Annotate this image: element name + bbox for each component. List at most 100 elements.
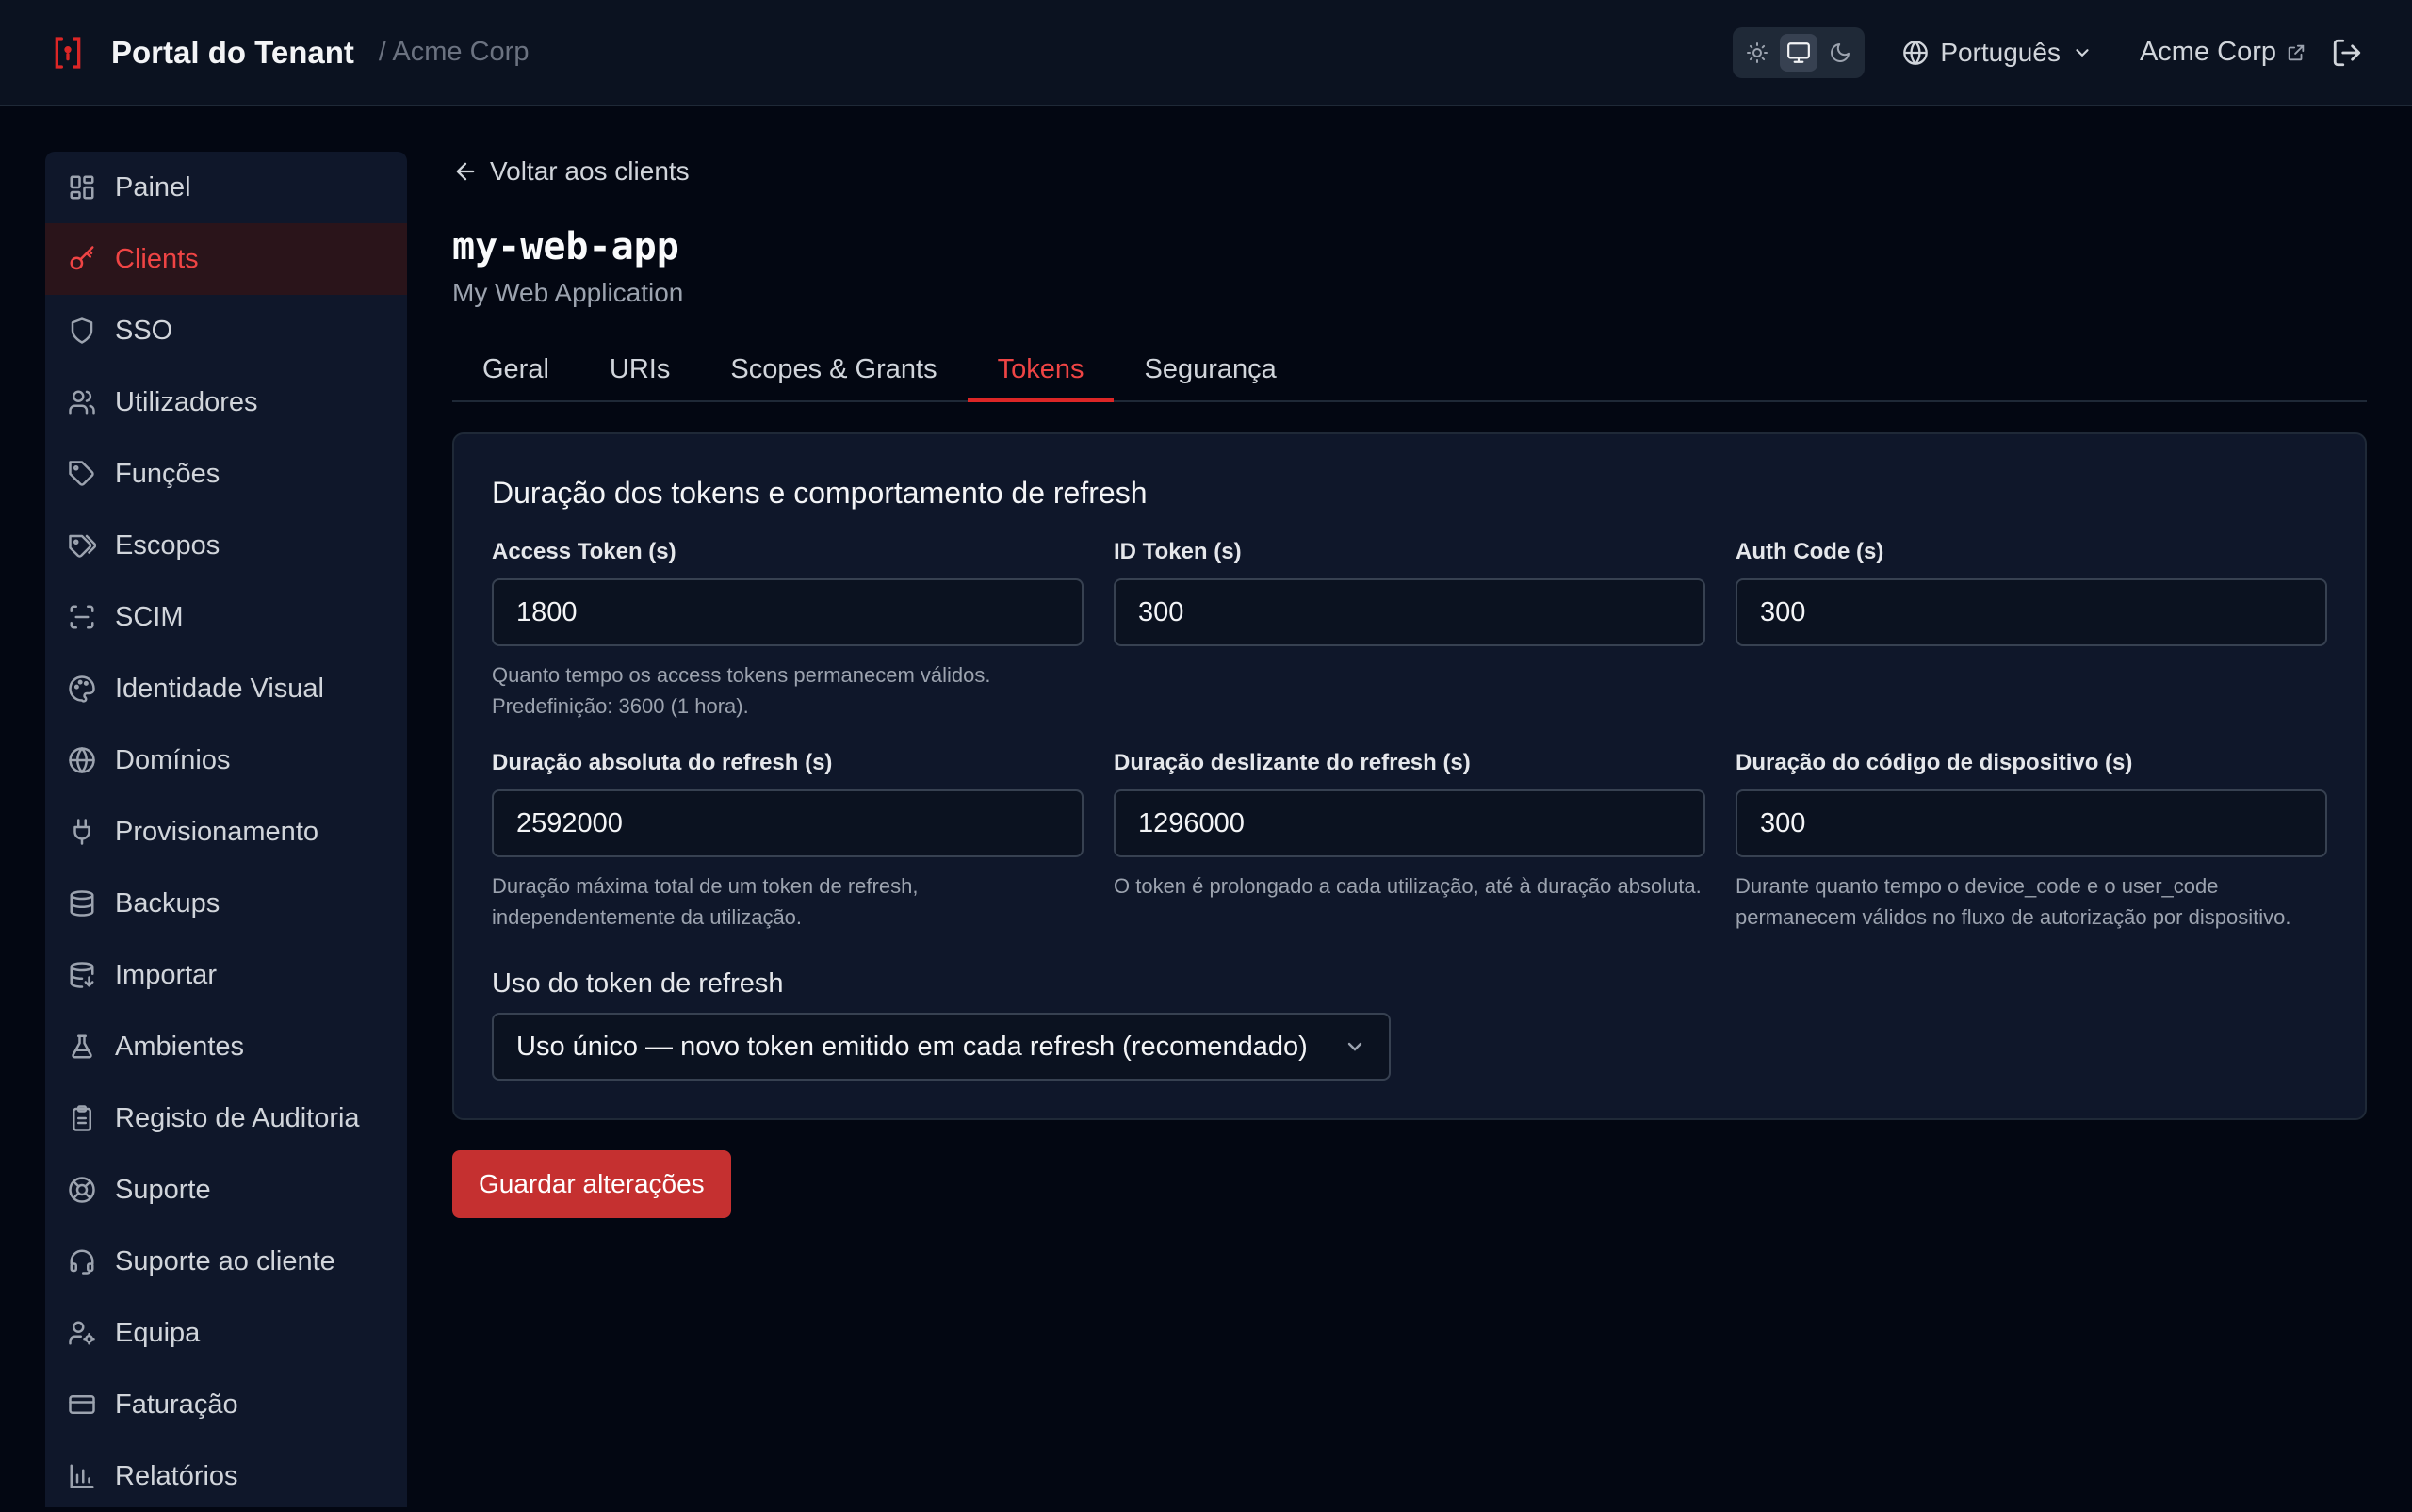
tenant-name: Acme Corp	[2139, 37, 2276, 67]
field-label: ID Token (s)	[1114, 539, 1242, 564]
sidebar: Painel Clients SSO Utilizadores Funções Escop…	[45, 152, 407, 1507]
sidebar-item-escopos[interactable]: Escopos	[45, 510, 407, 581]
refresh-usage-value: Uso único — novo token emitido em cada r…	[516, 1031, 1308, 1062]
token-settings-card: Duração dos tokens e comportamento de re…	[452, 432, 2367, 1120]
sidebar-item-label: Relatórios	[115, 1460, 238, 1491]
globe-icon	[1902, 40, 1929, 66]
tab-scopes-grants[interactable]: Scopes & Grants	[700, 338, 967, 400]
sidebar-item-label: Ambientes	[115, 1031, 245, 1062]
credit-card-icon	[68, 1390, 96, 1419]
tenant-link[interactable]: Acme Corp	[2140, 37, 2306, 68]
theme-light-button[interactable]	[1738, 34, 1776, 72]
theme-switcher	[1733, 26, 1866, 78]
sidebar-item-utilizadores[interactable]: Utilizadores	[45, 366, 407, 438]
sidebar-item-registo-de-auditoria[interactable]: Registo de Auditoria	[45, 1082, 407, 1154]
tab-general[interactable]: Geral	[452, 338, 579, 400]
sidebar-item-importar[interactable]: Importar	[45, 939, 407, 1011]
field-help: Durante quanto tempo o device_code e o u…	[1736, 874, 2291, 929]
sidebar-item-label: Faturação	[115, 1389, 238, 1420]
sidebar-item-suporte[interactable]: Suporte	[45, 1154, 407, 1226]
app-title[interactable]: Portal do Tenant	[111, 35, 354, 71]
palette-icon	[68, 675, 96, 703]
sidebar-item-label: Equipa	[115, 1317, 201, 1348]
database-import-icon	[68, 961, 96, 989]
external-link-icon	[2286, 42, 2306, 63]
theme-dark-button[interactable]	[1821, 34, 1859, 72]
sidebar-item-faturacao[interactable]: Faturação	[45, 1369, 407, 1440]
flask-icon	[68, 1032, 96, 1061]
card-title: Duração dos tokens e comportamento de re…	[492, 476, 1148, 510]
tab-security[interactable]: Segurança	[1114, 338, 1306, 400]
sidebar-item-clients[interactable]: Clients	[45, 223, 407, 295]
access-token-field: Access Token (s) Quanto tempo os access …	[492, 539, 1084, 722]
scan-icon	[68, 603, 96, 631]
sidebar-item-provisionamento[interactable]: Provisionamento	[45, 796, 407, 868]
refresh-usage-label: Uso do token de refresh	[492, 968, 784, 999]
refresh-absolute-input[interactable]	[492, 789, 1084, 857]
field-label: Duração do código de dispositivo (s)	[1736, 750, 2133, 775]
sidebar-item-dominios[interactable]: Domínios	[45, 724, 407, 796]
sidebar-item-label: Funções	[115, 458, 220, 489]
sidebar-item-ambientes[interactable]: Ambientes	[45, 1011, 407, 1082]
sidebar-item-scim[interactable]: SCIM	[45, 581, 407, 653]
language-selector[interactable]: Português	[1902, 38, 2093, 68]
id-token-field: ID Token (s)	[1114, 539, 1705, 722]
user-cog-icon	[68, 1319, 96, 1347]
key-icon	[68, 245, 96, 273]
sidebar-item-label: Escopos	[115, 529, 220, 561]
tags-icon	[68, 531, 96, 560]
bar-chart-icon	[68, 1462, 96, 1490]
save-changes-button[interactable]: Guardar alterações	[452, 1150, 731, 1218]
sidebar-item-identidade-visual[interactable]: Identidade Visual	[45, 653, 407, 724]
sidebar-item-label: Painel	[115, 171, 191, 203]
sidebar-item-label: SSO	[115, 315, 173, 346]
refresh-absolute-field: Duração absoluta do refresh (s) Duração …	[492, 750, 1084, 933]
chevron-down-icon	[1344, 1035, 1366, 1058]
field-label: Duração absoluta do refresh (s)	[492, 750, 833, 775]
field-label: Duração deslizante do refresh (s)	[1114, 750, 1471, 775]
sidebar-item-suporte-ao-cliente[interactable]: Suporte ao cliente	[45, 1226, 407, 1297]
main-content: Voltar aos clients my-web-app My Web App…	[452, 152, 2367, 1218]
chevron-down-icon	[2072, 42, 2093, 63]
database-icon	[68, 889, 96, 918]
client-id-title: my-web-app	[452, 225, 679, 268]
sidebar-item-sso[interactable]: SSO	[45, 295, 407, 366]
sidebar-item-painel[interactable]: Painel	[45, 152, 407, 223]
sidebar-item-label: Utilizadores	[115, 386, 258, 417]
sidebar-item-label: Domínios	[115, 744, 231, 775]
monitor-icon	[1787, 41, 1811, 63]
sidebar-item-backups[interactable]: Backups	[45, 868, 407, 939]
back-label: Voltar aos clients	[490, 156, 690, 186]
arrow-left-icon	[452, 158, 479, 185]
id-token-input[interactable]	[1114, 578, 1705, 646]
field-help: O token é prolongado a cada utilização, …	[1114, 874, 1702, 898]
sidebar-item-label: Backups	[115, 887, 220, 919]
sidebar-item-relatorios[interactable]: Relatórios	[45, 1440, 407, 1512]
refresh-usage-select[interactable]: Uso único — novo token emitido em cada r…	[492, 1013, 1391, 1081]
top-bar: Portal do Tenant / Acme Corp Português A…	[0, 0, 2412, 106]
tenant-breadcrumb: / Acme Corp	[378, 37, 530, 67]
field-help: Duração máxima total de um token de refr…	[492, 874, 919, 929]
clipboard-icon	[68, 1104, 96, 1132]
client-tabs: Geral URIs Scopes & Grants Tokens Segura…	[452, 338, 2367, 402]
sun-icon	[1747, 41, 1768, 63]
auth-code-field: Auth Code (s)	[1736, 539, 2327, 722]
device-code-input[interactable]	[1736, 789, 2327, 857]
refresh-sliding-input[interactable]	[1114, 789, 1705, 857]
lifebuoy-icon	[68, 1176, 96, 1204]
dashboard-icon	[68, 173, 96, 202]
brand-logo-icon	[49, 34, 87, 72]
client-name-subtitle: My Web Application	[452, 278, 684, 307]
auth-code-input[interactable]	[1736, 578, 2327, 646]
sidebar-item-equipa[interactable]: Equipa	[45, 1297, 407, 1369]
sidebar-item-funcoes[interactable]: Funções	[45, 438, 407, 510]
back-to-clients-link[interactable]: Voltar aos clients	[452, 152, 2367, 191]
field-label: Auth Code (s)	[1736, 539, 1884, 564]
users-icon	[68, 388, 96, 416]
logout-icon[interactable]	[2331, 37, 2363, 69]
tab-uris[interactable]: URIs	[579, 338, 700, 400]
tag-icon	[68, 460, 96, 488]
access-token-input[interactable]	[492, 578, 1084, 646]
theme-system-button[interactable]	[1780, 33, 1818, 72]
tab-tokens[interactable]: Tokens	[967, 338, 1115, 402]
